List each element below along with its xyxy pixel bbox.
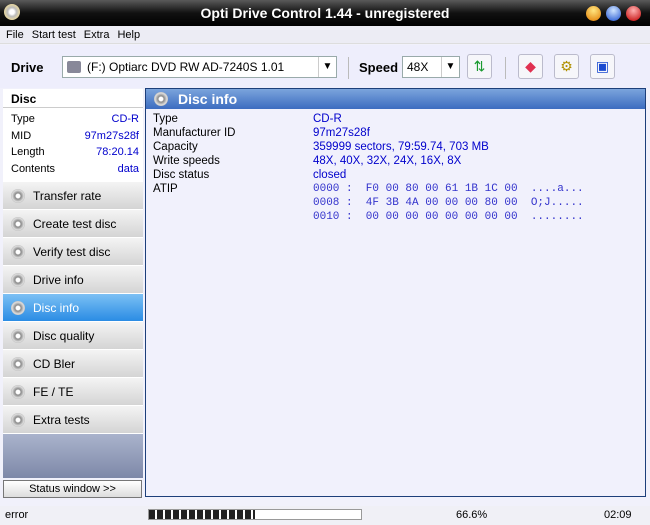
progress-fill <box>149 510 255 519</box>
drive-label: Drive <box>11 60 44 75</box>
info-key: Capacity <box>153 141 198 153</box>
info-key: Type <box>153 113 178 125</box>
nav-label: Extra tests <box>33 412 90 427</box>
progress-bar <box>148 509 362 520</box>
info-row: Write speeds 48X, 40X, 32X, 24X, 16X, 8X <box>153 154 638 168</box>
info-key: Manufacturer ID <box>153 127 236 139</box>
info-row: Type CD-R <box>153 112 638 126</box>
nav-item-disc-quality[interactable]: Disc quality <box>3 322 143 350</box>
nav-item-extra-tests[interactable]: Extra tests <box>3 406 143 434</box>
disc-icon <box>11 412 25 427</box>
chevron-down-icon[interactable]: ▼ <box>318 57 336 77</box>
info-value: CD-R <box>313 113 342 125</box>
info-value: 97m27s28f <box>84 129 139 142</box>
left-panel: Disc Type CD-R MID 97m27s28f Length 78:20.1… <box>3 89 143 499</box>
menu-file[interactable]: File <box>2 26 28 44</box>
nav-label: Transfer rate <box>33 188 102 203</box>
info-value: 359999 sectors, 79:59.74, 703 MB <box>313 141 489 153</box>
maximize-button[interactable] <box>606 6 621 21</box>
drive-value: (F:) Optiarc DVD RW AD-7240S 1.01 <box>87 60 285 74</box>
window-title: Opti Drive Control 1.44 - unregistered <box>200 5 450 21</box>
menu-start-test[interactable]: Start test <box>28 26 80 44</box>
status-text: error <box>5 509 29 521</box>
disc-icon <box>154 92 168 106</box>
info-row: Disc status closed <box>153 168 638 182</box>
minimize-button[interactable] <box>586 6 601 21</box>
info-key: MID <box>11 129 32 142</box>
info-key: Type <box>11 113 35 125</box>
disc-icon <box>11 356 25 371</box>
menu-extra[interactable]: Extra <box>80 26 114 44</box>
menu-help[interactable]: Help <box>113 26 144 44</box>
nav-label: Disc info <box>33 300 80 315</box>
atip-line: 0000 : F0 00 80 00 61 1B 1C 00 ....a... <box>313 183 584 195</box>
info-value: 78:20.14 <box>96 146 139 158</box>
speed-value: 48X <box>407 60 429 74</box>
panel-header: Disc info <box>146 89 645 109</box>
settings-icon[interactable]: ⚙ <box>554 54 579 79</box>
status-bar: error 66.6% 02:09 <box>0 506 650 525</box>
info-value: 97m27s28f <box>313 127 370 139</box>
nav-item-create-test-disc[interactable]: Create test disc <box>3 210 143 238</box>
disc-icon <box>11 244 25 259</box>
status-window-button[interactable]: Status window >> <box>3 480 142 498</box>
info-key: Contents <box>11 162 56 175</box>
nav-item-disc-info[interactable]: Disc info <box>3 294 143 322</box>
nav-label: FE / TE <box>33 384 74 399</box>
info-value: closed <box>313 169 347 181</box>
disc-icon <box>11 188 25 203</box>
nav-label: Disc quality <box>33 328 95 343</box>
drive-icon <box>67 61 81 73</box>
info-key: Write speeds <box>153 155 220 167</box>
panel-fill <box>3 434 143 478</box>
nav-label: Verify test disc <box>33 244 111 259</box>
info-value: 48X, 40X, 32X, 24X, 16X, 8X <box>313 155 462 167</box>
nav-label: CD Bler <box>33 356 76 371</box>
nav-item-cd-bler[interactable]: CD Bler <box>3 350 143 378</box>
disc-panel-title: Disc <box>3 89 143 108</box>
time-label: 02:09 <box>604 509 632 521</box>
nav-label: Create test disc <box>33 216 117 231</box>
nav-item-verify-test-disc[interactable]: Verify test disc <box>3 238 143 266</box>
chevron-down-icon[interactable]: ▼ <box>441 57 459 77</box>
info-key: Length <box>11 146 45 158</box>
atip-line: 0010 : 00 00 00 00 00 00 00 00 ........ <box>313 211 584 223</box>
disc-icon <box>11 216 25 231</box>
divider <box>505 57 506 79</box>
disc-info-panel: Disc info Type CD-R Manufacturer ID 97m27s2… <box>145 88 646 497</box>
info-value: CD-R <box>111 113 140 125</box>
info-row: Manufacturer ID 97m27s28f <box>153 126 638 140</box>
toolbar: Drive (F:) Optiarc DVD RW AD-7240S 1.01 … <box>0 45 650 88</box>
speed-select[interactable]: 48X ▼ <box>402 56 460 78</box>
app-icon <box>4 4 20 20</box>
drive-select[interactable]: (F:) Optiarc DVD RW AD-7240S 1.01 ▼ <box>62 56 337 78</box>
disc-summary: Type CD-R MID 97m27s28f Length 78:20.14 Con… <box>3 108 143 182</box>
save-icon[interactable]: ▣ <box>590 54 615 79</box>
atip-line: 0008 : 4F 3B 4A 00 00 00 80 00 O;J..... <box>313 197 584 209</box>
progress-label: 66.6% <box>456 509 488 521</box>
eraser-icon[interactable]: ◆ <box>518 54 543 79</box>
menu-bar: File Start test Extra Help <box>0 26 650 44</box>
disc-icon <box>11 328 25 343</box>
nav-item-transfer-rate[interactable]: Transfer rate <box>3 182 143 210</box>
info-value: data <box>117 162 139 175</box>
divider <box>348 57 349 79</box>
info-row: Capacity 359999 sectors, 79:59.74, 703 MB <box>153 140 638 154</box>
close-button[interactable] <box>626 6 641 21</box>
info-key: Disc status <box>153 169 210 181</box>
nav-item-drive-info[interactable]: Drive info <box>3 266 143 294</box>
disc-icon <box>11 384 25 399</box>
disc-icon <box>11 300 25 315</box>
disc-icon <box>11 272 25 287</box>
info-key: ATIP <box>153 183 178 195</box>
nav-item-fe-te[interactable]: FE / TE <box>3 378 143 406</box>
panel-title: Disc info <box>178 91 238 107</box>
refresh-icon[interactable]: ⇅ <box>467 54 492 79</box>
title-bar: Opti Drive Control 1.44 - unregistered <box>0 0 650 26</box>
nav-label: Drive info <box>33 272 84 287</box>
speed-label: Speed <box>359 60 399 75</box>
